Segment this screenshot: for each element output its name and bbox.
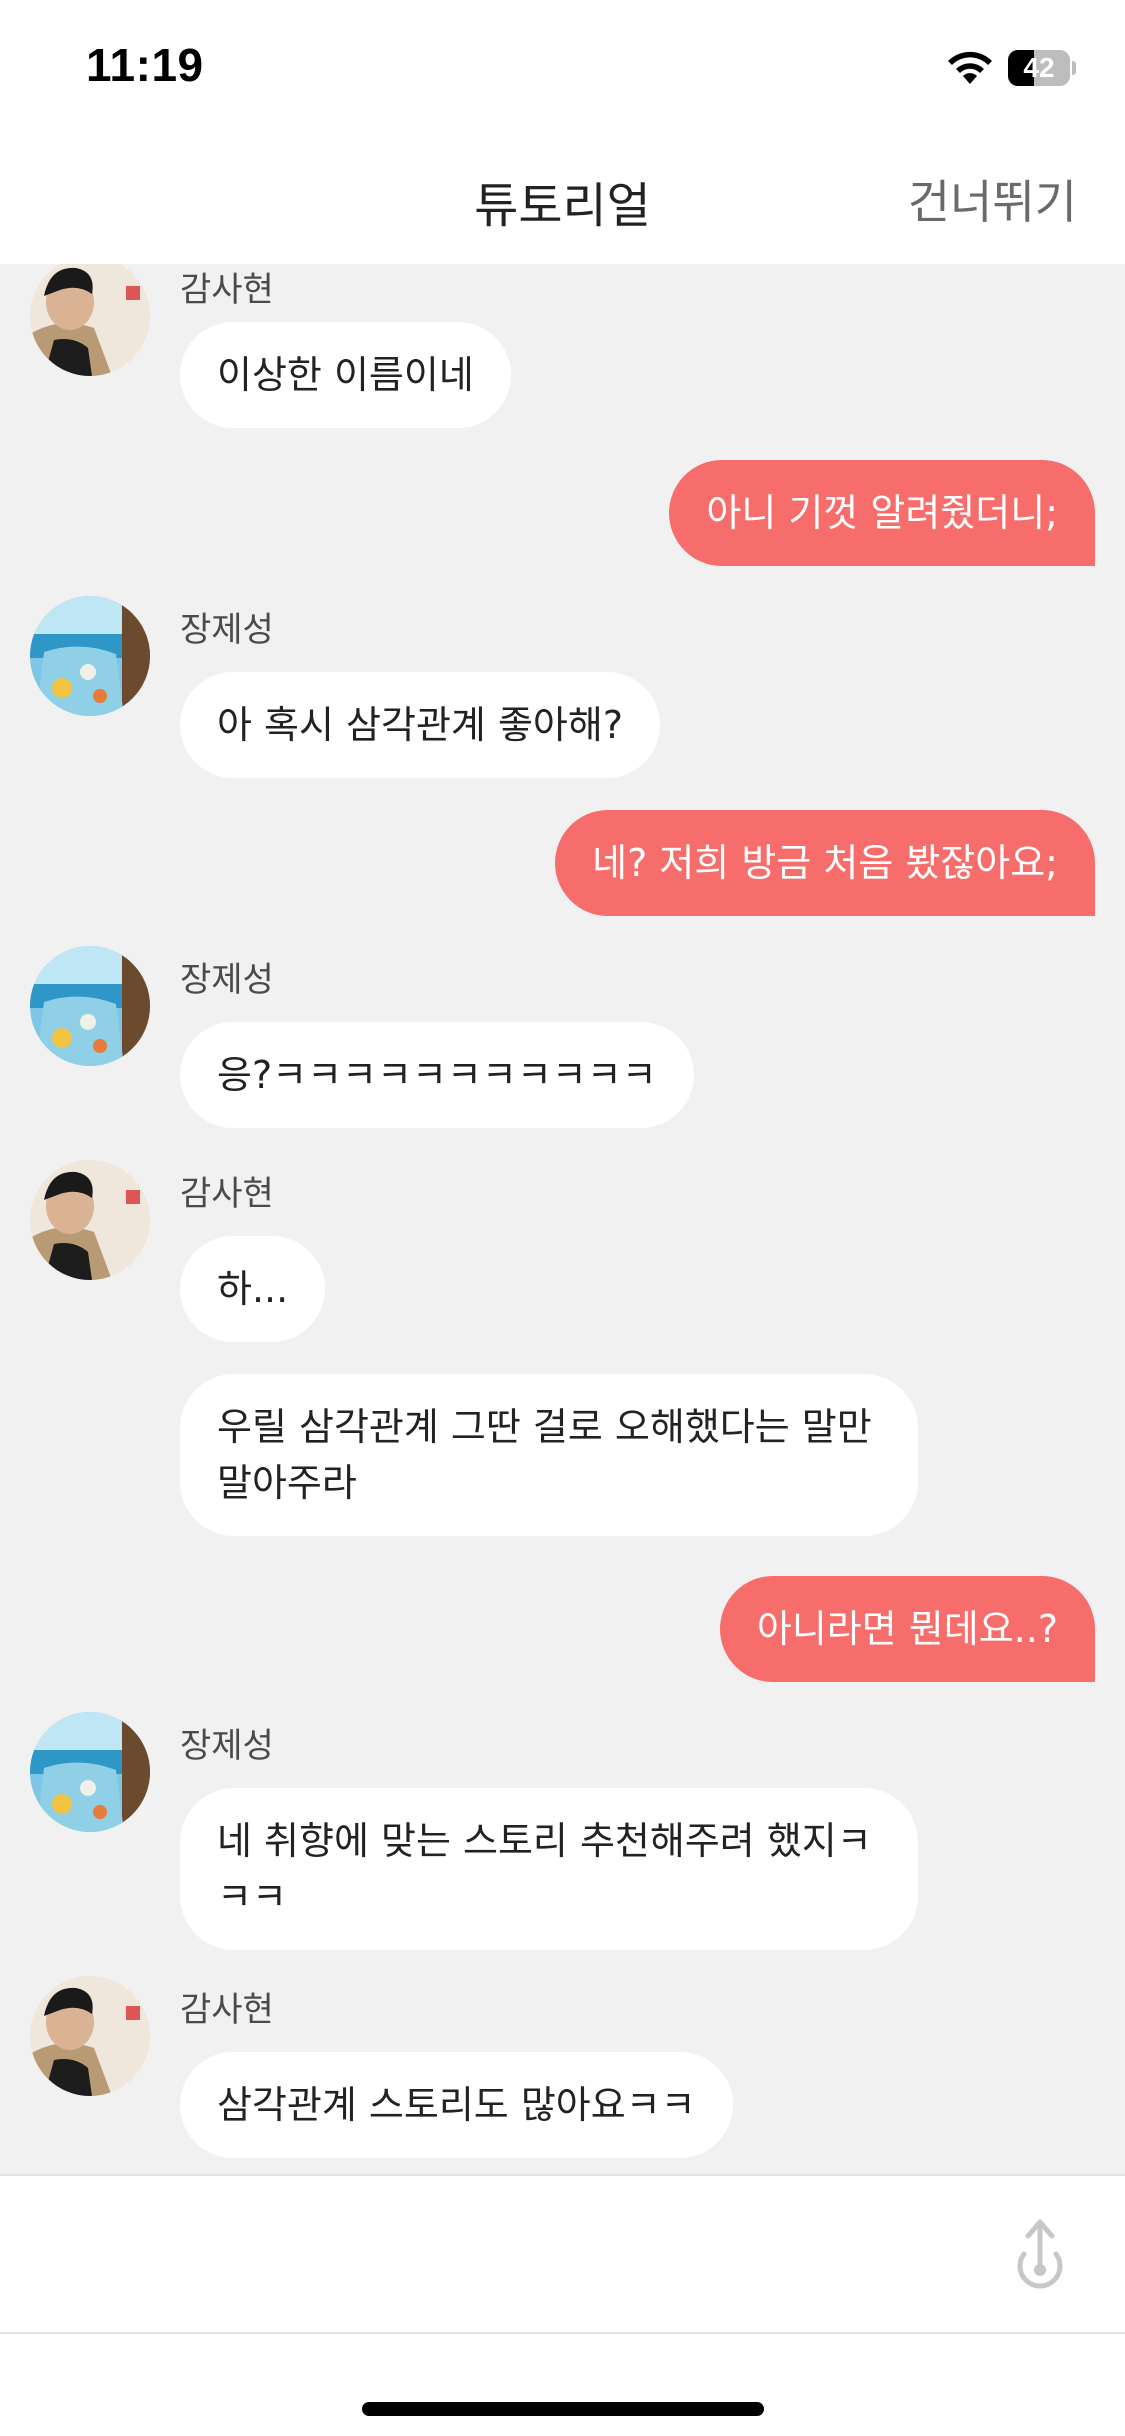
beach-shirt-avatar-icon — [30, 1712, 150, 1832]
avatar-jangjesung[interactable] — [30, 596, 150, 716]
message-bubble-incoming[interactable]: 아 혹시 삼각관계 좋아해? — [180, 672, 661, 778]
man-portrait-avatar-icon — [30, 1160, 150, 1280]
avatar-jangjesung[interactable] — [30, 1712, 150, 1832]
message-bubble-incoming[interactable]: 삼각관계 스토리도 많아요ㅋㅋ — [180, 2052, 733, 2158]
beach-shirt-avatar-icon — [30, 946, 150, 1066]
status-time: 11:19 — [86, 39, 204, 91]
sender-name: 장제성 — [180, 960, 274, 1000]
battery-icon: 42 — [1008, 50, 1076, 86]
message-bubble-outgoing[interactable]: 아니라면 뭔데요..? — [719, 1576, 1095, 1682]
sender-name: 감사현 — [180, 1174, 274, 1214]
man-portrait-avatar-icon — [30, 264, 150, 376]
avatar-jangjesung[interactable] — [30, 946, 150, 1066]
status-bar: 11:19 42 — [0, 0, 1125, 136]
send-arrow-icon[interactable] — [1010, 2216, 1070, 2296]
message-bubble-incoming[interactable]: 응?ㅋㅋㅋㅋㅋㅋㅋㅋㅋㅋㅋ — [180, 1022, 694, 1128]
man-portrait-avatar-icon — [30, 1976, 150, 2096]
skip-button[interactable]: 건너뛰기 — [908, 166, 1077, 232]
chat-list[interactable]: 감사현 이상한 이름이네 아니 기껏 알려줬더니; 장제성 아 혹시 삼각관계 … — [0, 264, 1125, 2174]
message-bubble-incoming[interactable]: 우릴 삼각관계 그딴 걸로 오해했다는 말만 말아주라 — [180, 1374, 918, 1536]
message-bubble-incoming[interactable]: 하... — [180, 1236, 326, 1342]
sender-name: 감사현 — [180, 1990, 274, 2030]
message-bubble-incoming[interactable]: 이상한 이름이네 — [180, 322, 511, 428]
avatar-kamsahyun[interactable] — [30, 264, 150, 376]
message-bubble-incoming[interactable]: 네 취향에 맞는 스토리 추천해주려 했지ㅋㅋㅋ — [180, 1788, 918, 1950]
wifi-icon — [948, 51, 992, 84]
avatar-kamsahyun[interactable] — [30, 1160, 150, 1280]
avatar-kamsahyun[interactable] — [30, 1976, 150, 2096]
sender-name: 장제성 — [180, 610, 274, 650]
message-input[interactable] — [30, 2196, 974, 2314]
message-input-bar — [0, 2174, 1125, 2334]
home-area — [0, 2334, 1125, 2436]
battery-level: 42 — [1023, 52, 1055, 83]
sender-name: 감사현 — [180, 270, 274, 310]
sender-name: 장제성 — [180, 1726, 274, 1766]
nav-bar: 튜토리얼 건너뛰기 — [0, 136, 1125, 264]
message-bubble-outgoing[interactable]: 네? 저희 방금 처음 봤잖아요; — [555, 810, 1095, 916]
message-bubble-outgoing[interactable]: 아니 기껏 알려줬더니; — [669, 460, 1095, 566]
beach-shirt-avatar-icon — [30, 596, 150, 716]
home-indicator[interactable] — [362, 2402, 764, 2416]
